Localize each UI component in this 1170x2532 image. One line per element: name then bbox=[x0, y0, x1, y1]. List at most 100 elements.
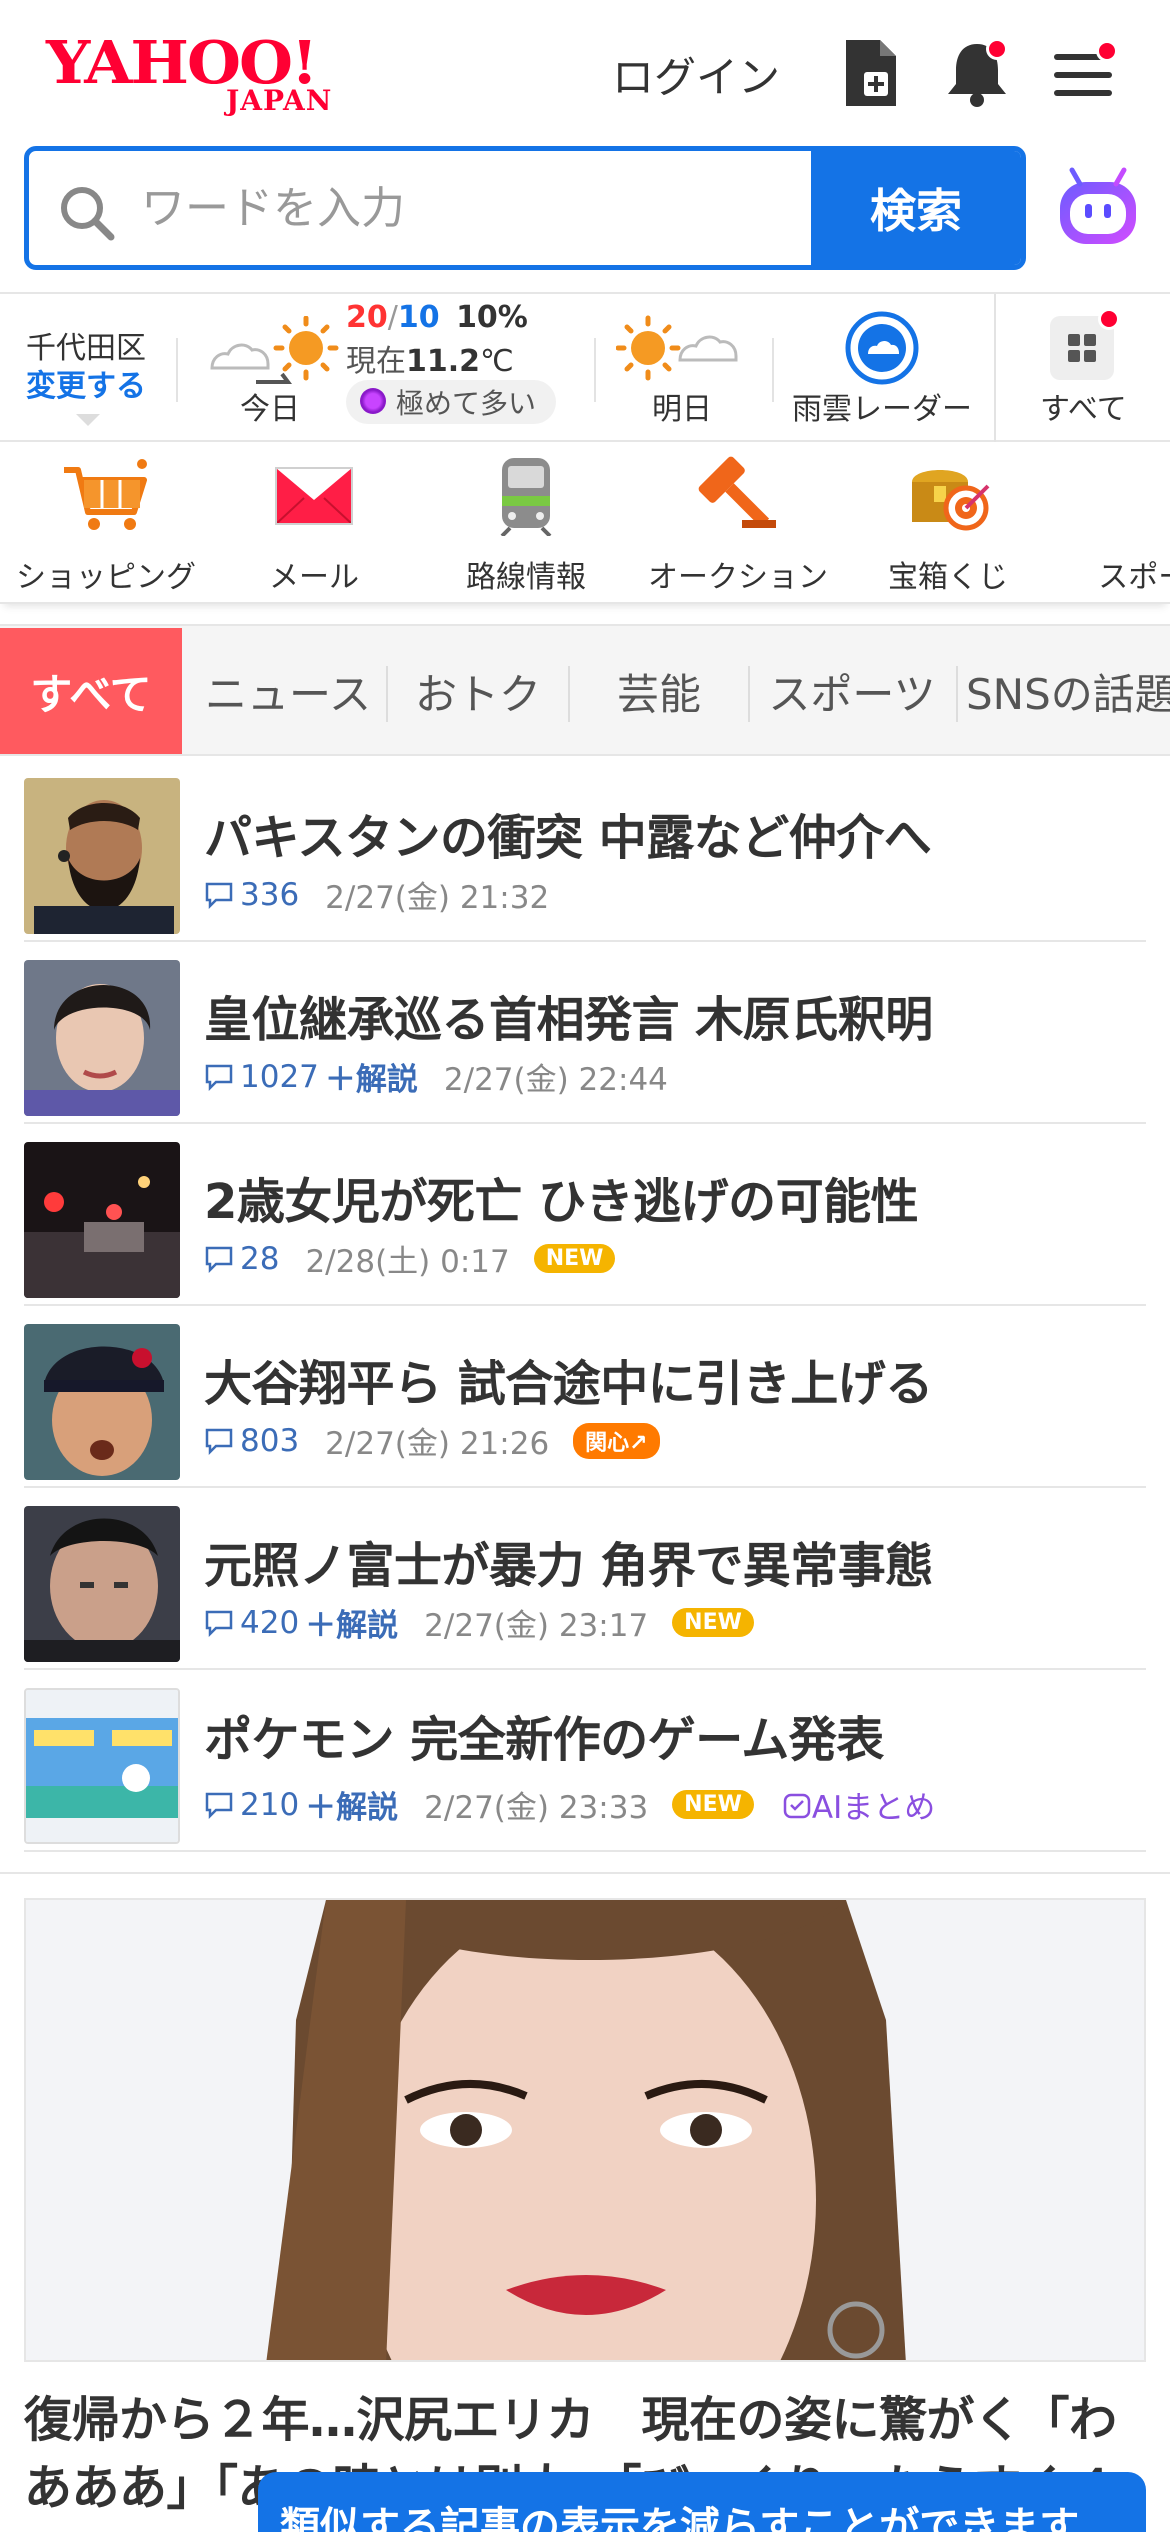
toast-banner[interactable]: 類似する記事の表示を減らすことができます bbox=[258, 2472, 1146, 2532]
service-auction[interactable]: オークション bbox=[638, 456, 838, 596]
tab-news[interactable]: ニュース bbox=[192, 628, 384, 754]
news-date: 2/27(金) 21:32 bbox=[325, 880, 550, 916]
news-meta: 28 2/28(土) 0:17 NEW bbox=[204, 1236, 616, 1281]
comment-icon bbox=[205, 882, 233, 909]
comment-icon bbox=[205, 1792, 233, 1819]
ai-summary-link[interactable]: AIまとめ bbox=[782, 1782, 935, 1827]
news-row[interactable]: 2歳女児が死亡 ひき逃げの可能性 28 2/28(土) 0:17 NEW bbox=[24, 1124, 1146, 1306]
pollen-icon bbox=[360, 388, 386, 414]
comment-count[interactable]: 803 bbox=[204, 1423, 299, 1459]
high-temp: 20 bbox=[346, 300, 388, 335]
comment-icon bbox=[205, 1428, 233, 1455]
news-row[interactable]: 元照ノ富士が暴力 角界で異常事態 420 ＋解説 2/27(金) 23:17 N… bbox=[24, 1488, 1146, 1670]
rain-radar-icon[interactable] bbox=[842, 308, 922, 388]
weather-bar: 千代田区 変更する 今日 20/10 10% 現在11.2℃ 極めて多い 明日 … bbox=[0, 292, 1170, 444]
tomorrow-weather-icon[interactable] bbox=[615, 312, 752, 384]
service-sports[interactable]: Spo nav スポーツ bbox=[1058, 456, 1170, 596]
comment-number: 420 bbox=[240, 1604, 300, 1641]
separator bbox=[994, 294, 996, 444]
news-date: 2/27(金) 23:17 bbox=[424, 1608, 649, 1644]
service-label: メール bbox=[269, 560, 359, 595]
tab-all[interactable]: すべて bbox=[0, 628, 182, 754]
current-prefix: 現在 bbox=[346, 344, 406, 379]
kaisetsu-link[interactable]: ＋解説 bbox=[325, 1054, 418, 1099]
comment-icon bbox=[205, 1064, 233, 1091]
sports-navi-icon: Spo nav bbox=[1112, 456, 1170, 536]
service-mail[interactable]: メール bbox=[214, 456, 414, 596]
grid-icon[interactable] bbox=[1050, 308, 1120, 380]
news-date: 2/28(土) 0:17 bbox=[305, 1244, 510, 1280]
logo-sub: JAPAN bbox=[226, 84, 333, 117]
bell-icon[interactable] bbox=[942, 36, 1012, 110]
feature-image[interactable] bbox=[24, 1898, 1146, 2362]
comment-number: 28 bbox=[240, 1240, 280, 1277]
kaisetsu-link[interactable]: ＋解説 bbox=[305, 1782, 398, 1827]
news-row[interactable]: パキスタンの衝突 中露など仲介へ 336 2/27(金) 21:32 bbox=[24, 760, 1146, 942]
location-caret-icon bbox=[76, 414, 100, 426]
comment-number: 1027 bbox=[240, 1058, 319, 1095]
new-badge: NEW bbox=[533, 1244, 616, 1273]
tab-deals[interactable]: おトク bbox=[388, 628, 568, 754]
news-title[interactable]: 大谷翔平ら 試合途中に引き上げる bbox=[204, 1344, 933, 1414]
ai-assistant-icon[interactable] bbox=[1056, 166, 1140, 250]
tab-entertainment[interactable]: 芸能 bbox=[570, 628, 748, 754]
add-document-icon[interactable] bbox=[836, 36, 906, 110]
service-label: オークション bbox=[648, 560, 828, 595]
rain-radar-label[interactable]: 雨雲レーダー bbox=[792, 384, 972, 428]
menu-dot bbox=[1096, 40, 1118, 62]
kaisetsu-link[interactable]: ＋解説 bbox=[305, 1600, 398, 1645]
service-label: 宝箱くじ bbox=[888, 560, 1008, 595]
tab-separator bbox=[748, 666, 750, 722]
interest-badge: 関心↗ bbox=[573, 1422, 660, 1459]
temp-slash: / bbox=[387, 300, 398, 335]
comment-number: 803 bbox=[240, 1422, 300, 1459]
service-takarabako[interactable]: 宝箱くじ bbox=[848, 456, 1048, 596]
header: YAHOO! JAPAN ログイン bbox=[0, 0, 1170, 145]
tomorrow-label: 明日 bbox=[652, 392, 712, 427]
news-title[interactable]: 皇位継承巡る首相発言 木原氏釈明 bbox=[204, 980, 933, 1050]
comment-count[interactable]: 1027 bbox=[204, 1059, 319, 1095]
location[interactable]: 千代田区 変更する bbox=[26, 330, 146, 406]
comment-count[interactable]: 210 bbox=[204, 1787, 299, 1823]
treasure-chest-icon bbox=[912, 470, 990, 531]
comment-count[interactable]: 336 bbox=[204, 877, 299, 913]
search-button[interactable]: 検索 bbox=[811, 151, 1021, 265]
all-dot bbox=[1098, 308, 1120, 330]
comment-count[interactable]: 420 bbox=[204, 1605, 299, 1641]
news-title[interactable]: ポケモン 完全新作のゲーム発表 bbox=[204, 1700, 884, 1770]
news-title[interactable]: 元照ノ富士が暴力 角界で異常事態 bbox=[204, 1526, 933, 1596]
current-value: 11.2 bbox=[406, 344, 481, 379]
search-icon bbox=[57, 183, 117, 243]
yahoo-logo[interactable]: YAHOO! JAPAN bbox=[46, 32, 366, 117]
location-change-link[interactable]: 変更する bbox=[26, 368, 146, 406]
service-transit[interactable]: 路線情報 bbox=[426, 456, 626, 596]
news-title[interactable]: パキスタンの衝突 中露など仲介へ bbox=[204, 798, 932, 868]
search-bar: 検索 bbox=[24, 146, 1026, 270]
comment-count[interactable]: 28 bbox=[204, 1241, 279, 1277]
news-row[interactable]: 皇位継承巡る首相発言 木原氏釈明 1027 ＋解説 2/27(金) 22:44 bbox=[24, 942, 1146, 1124]
tab-sns[interactable]: SNSの話題 bbox=[966, 628, 1170, 754]
comment-number: 210 bbox=[240, 1786, 300, 1823]
news-row[interactable]: 大谷翔平ら 試合途中に引き上げる 803 2/27(金) 21:26 関心↗ bbox=[24, 1306, 1146, 1488]
today-label: 今日 bbox=[240, 392, 300, 427]
login-link[interactable]: ログイン bbox=[612, 44, 780, 105]
search-input[interactable] bbox=[141, 151, 821, 265]
tab-sports[interactable]: スポーツ bbox=[752, 628, 952, 754]
train-icon bbox=[500, 458, 552, 536]
news-title[interactable]: 2歳女児が死亡 ひき逃げの可能性 bbox=[204, 1162, 919, 1232]
gavel-icon bbox=[698, 456, 776, 528]
today-weather-icon[interactable] bbox=[206, 315, 342, 386]
temperature-range: 20/10 10% bbox=[346, 300, 528, 335]
location-name: 千代田区 bbox=[26, 331, 146, 366]
pollen-badge[interactable]: 極めて多い bbox=[346, 380, 557, 424]
menu-icon[interactable] bbox=[1048, 36, 1118, 110]
service-shopping[interactable]: ショッピング bbox=[6, 456, 206, 596]
separator bbox=[772, 338, 774, 402]
separator bbox=[594, 338, 596, 402]
news-row[interactable]: ポケモン 完全新作のゲーム発表 210 ＋解説 2/27(金) 23:33 NE… bbox=[24, 1670, 1146, 1852]
news-thumbnail bbox=[24, 1688, 180, 1844]
new-badge: NEW bbox=[672, 1790, 754, 1819]
service-label: 路線情報 bbox=[466, 560, 586, 595]
current-temp: 現在11.2℃ bbox=[346, 336, 514, 380]
all-label[interactable]: すべて bbox=[1040, 384, 1127, 428]
